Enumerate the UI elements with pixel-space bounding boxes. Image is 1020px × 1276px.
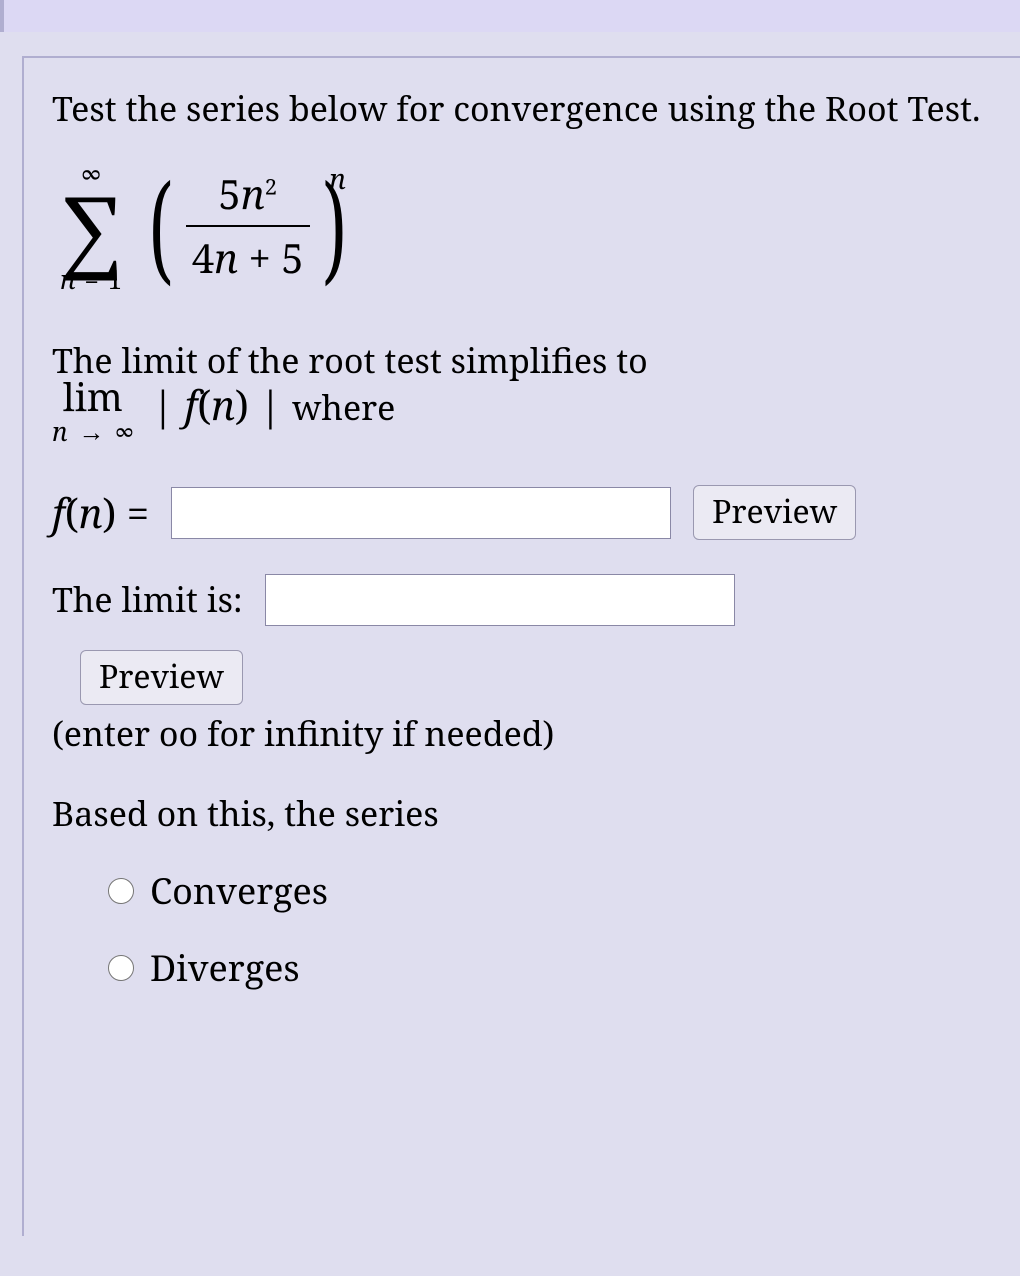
lim-f: f <box>184 377 197 432</box>
limit-expression: lim n → ∞ | f(n) | where <box>52 378 1002 445</box>
sigma-symbol: ∑ <box>62 188 120 266</box>
lim-word: lim <box>63 378 123 418</box>
lim-var: n <box>52 413 68 449</box>
panel-gap <box>0 32 1020 56</box>
fn-input[interactable] <box>171 487 671 539</box>
infinity-hint: (enter oo for infinity if needed) <box>52 711 1002 757</box>
sigma-lower-bound: n = 1 <box>60 266 122 292</box>
option-converges[interactable]: Converges <box>108 867 1002 916</box>
limit-preview-button[interactable]: Preview <box>80 650 243 705</box>
abs-open: | <box>152 377 174 432</box>
fraction-numerator: 5n2 <box>212 167 283 221</box>
fn-label: f(n) = <box>52 486 149 540</box>
num-pow: 2 <box>265 172 277 202</box>
fn-arg: n <box>79 485 103 540</box>
fn-preview-button[interactable]: Preview <box>693 485 856 540</box>
den-rest: + 5 <box>238 230 304 285</box>
lim-after: where <box>292 384 395 430</box>
question-panel: Test the series below for convergence us… <box>22 56 1020 1236</box>
fn-f: f <box>52 485 65 540</box>
conclusion-options: Converges Diverges <box>108 867 1002 992</box>
fraction-denominator: 4n + 5 <box>186 231 310 285</box>
den-var: n <box>214 230 238 285</box>
series-term: ( 5n2 4n + 5 ) n <box>140 167 346 285</box>
fn-close: ) <box>103 485 117 540</box>
lim-block: lim n → ∞ <box>52 378 134 445</box>
fn-open: ( <box>65 485 79 540</box>
fraction-bar <box>186 225 310 227</box>
lim-open-p: ( <box>197 377 211 432</box>
limit-input[interactable] <box>265 574 735 626</box>
limit-input-row: The limit is: <box>52 574 1002 626</box>
option-converges-label: Converges <box>150 867 328 916</box>
sigma-index-var: n <box>60 261 76 297</box>
option-diverges[interactable]: Diverges <box>108 944 1002 993</box>
radio-converges[interactable] <box>108 878 134 904</box>
den-coef: 4 <box>192 230 214 285</box>
fn-eq: = <box>116 485 149 540</box>
lim-inf: ∞ <box>115 413 134 449</box>
abs-close: | <box>259 377 281 432</box>
fraction: 5n2 4n + 5 <box>186 167 310 285</box>
left-paren: ( <box>150 178 173 274</box>
radio-diverges[interactable] <box>108 955 134 981</box>
sigma-eq: = <box>82 261 101 297</box>
top-band <box>0 0 1020 32</box>
series-expression: ∞ ∑ n = 1 ( 5n2 4n + 5 ) n <box>60 160 1002 292</box>
conclusion-label: Based on this, the series <box>52 791 1002 837</box>
intro-text: Test the series below for convergence us… <box>52 86 1002 132</box>
limit-label: The limit is: <box>52 577 243 623</box>
lim-sub: n → ∞ <box>52 418 134 445</box>
lim-close-p: ) <box>235 377 249 432</box>
lim-arrow: → <box>74 413 108 449</box>
sigma-start: 1 <box>108 261 123 297</box>
sigma: ∞ ∑ n = 1 <box>60 160 122 292</box>
right-paren: ) <box>323 178 346 274</box>
limit-preview-row: Preview <box>80 650 1002 705</box>
option-diverges-label: Diverges <box>150 944 300 993</box>
num-coef: 5 <box>218 166 240 221</box>
abs-fn: | f(n) | where <box>152 378 396 432</box>
fn-input-row: f(n) = Preview <box>52 485 1002 540</box>
num-var: n <box>241 166 265 221</box>
lim-arg: n <box>211 377 235 432</box>
